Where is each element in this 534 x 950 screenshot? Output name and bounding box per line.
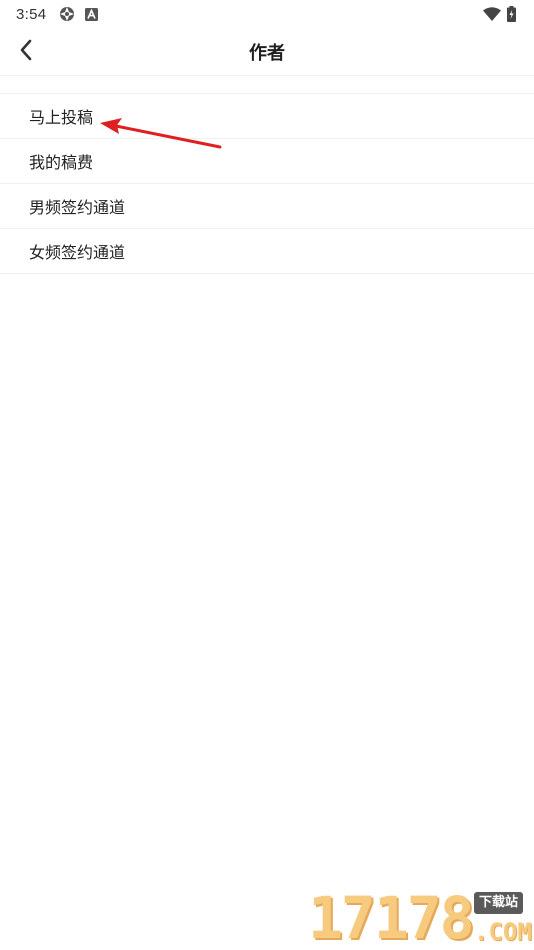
battery-icon	[507, 6, 516, 22]
page-title: 作者	[249, 42, 285, 64]
wifi-icon	[483, 7, 501, 21]
menu-item-label: 女频签约通道	[29, 243, 126, 262]
menu-item-submit[interactable]: 马上投稿	[0, 94, 534, 139]
menu-item-female-channel-signing[interactable]: 女频签约通道	[0, 229, 534, 274]
watermark-digits: 17178	[308, 884, 475, 950]
chevron-left-icon	[19, 39, 33, 65]
menu-item-label: 我的稿费	[29, 153, 94, 172]
status-icons-right	[483, 6, 518, 22]
menu-item-male-channel-signing[interactable]: 男频签约通道	[0, 184, 534, 229]
annotation-arrow-icon	[100, 118, 222, 149]
aperture-icon	[59, 6, 75, 22]
page: 3:54 作者 马上投稿 我的稿费 男频签约通道 女频签约通道 17178 下载…	[0, 0, 534, 950]
menu-item-label: 男频签约通道	[29, 198, 126, 217]
watermark-domain: .COM	[474, 918, 532, 946]
status-time: 3:54	[16, 5, 47, 23]
app-header: 作者	[0, 28, 534, 76]
status-bar: 3:54	[0, 0, 534, 28]
status-icons-left	[59, 6, 99, 22]
font-a-icon	[85, 7, 99, 21]
menu-item-my-royalties[interactable]: 我的稿费	[0, 139, 534, 184]
back-button[interactable]	[8, 32, 44, 72]
menu-item-label: 马上投稿	[29, 108, 94, 127]
watermark-logo: 17178 下载站 .COM	[308, 884, 534, 950]
menu-list: 马上投稿 我的稿费 男频签约通道 女频签约通道	[0, 93, 534, 274]
watermark-badge: 下载站	[474, 892, 524, 914]
